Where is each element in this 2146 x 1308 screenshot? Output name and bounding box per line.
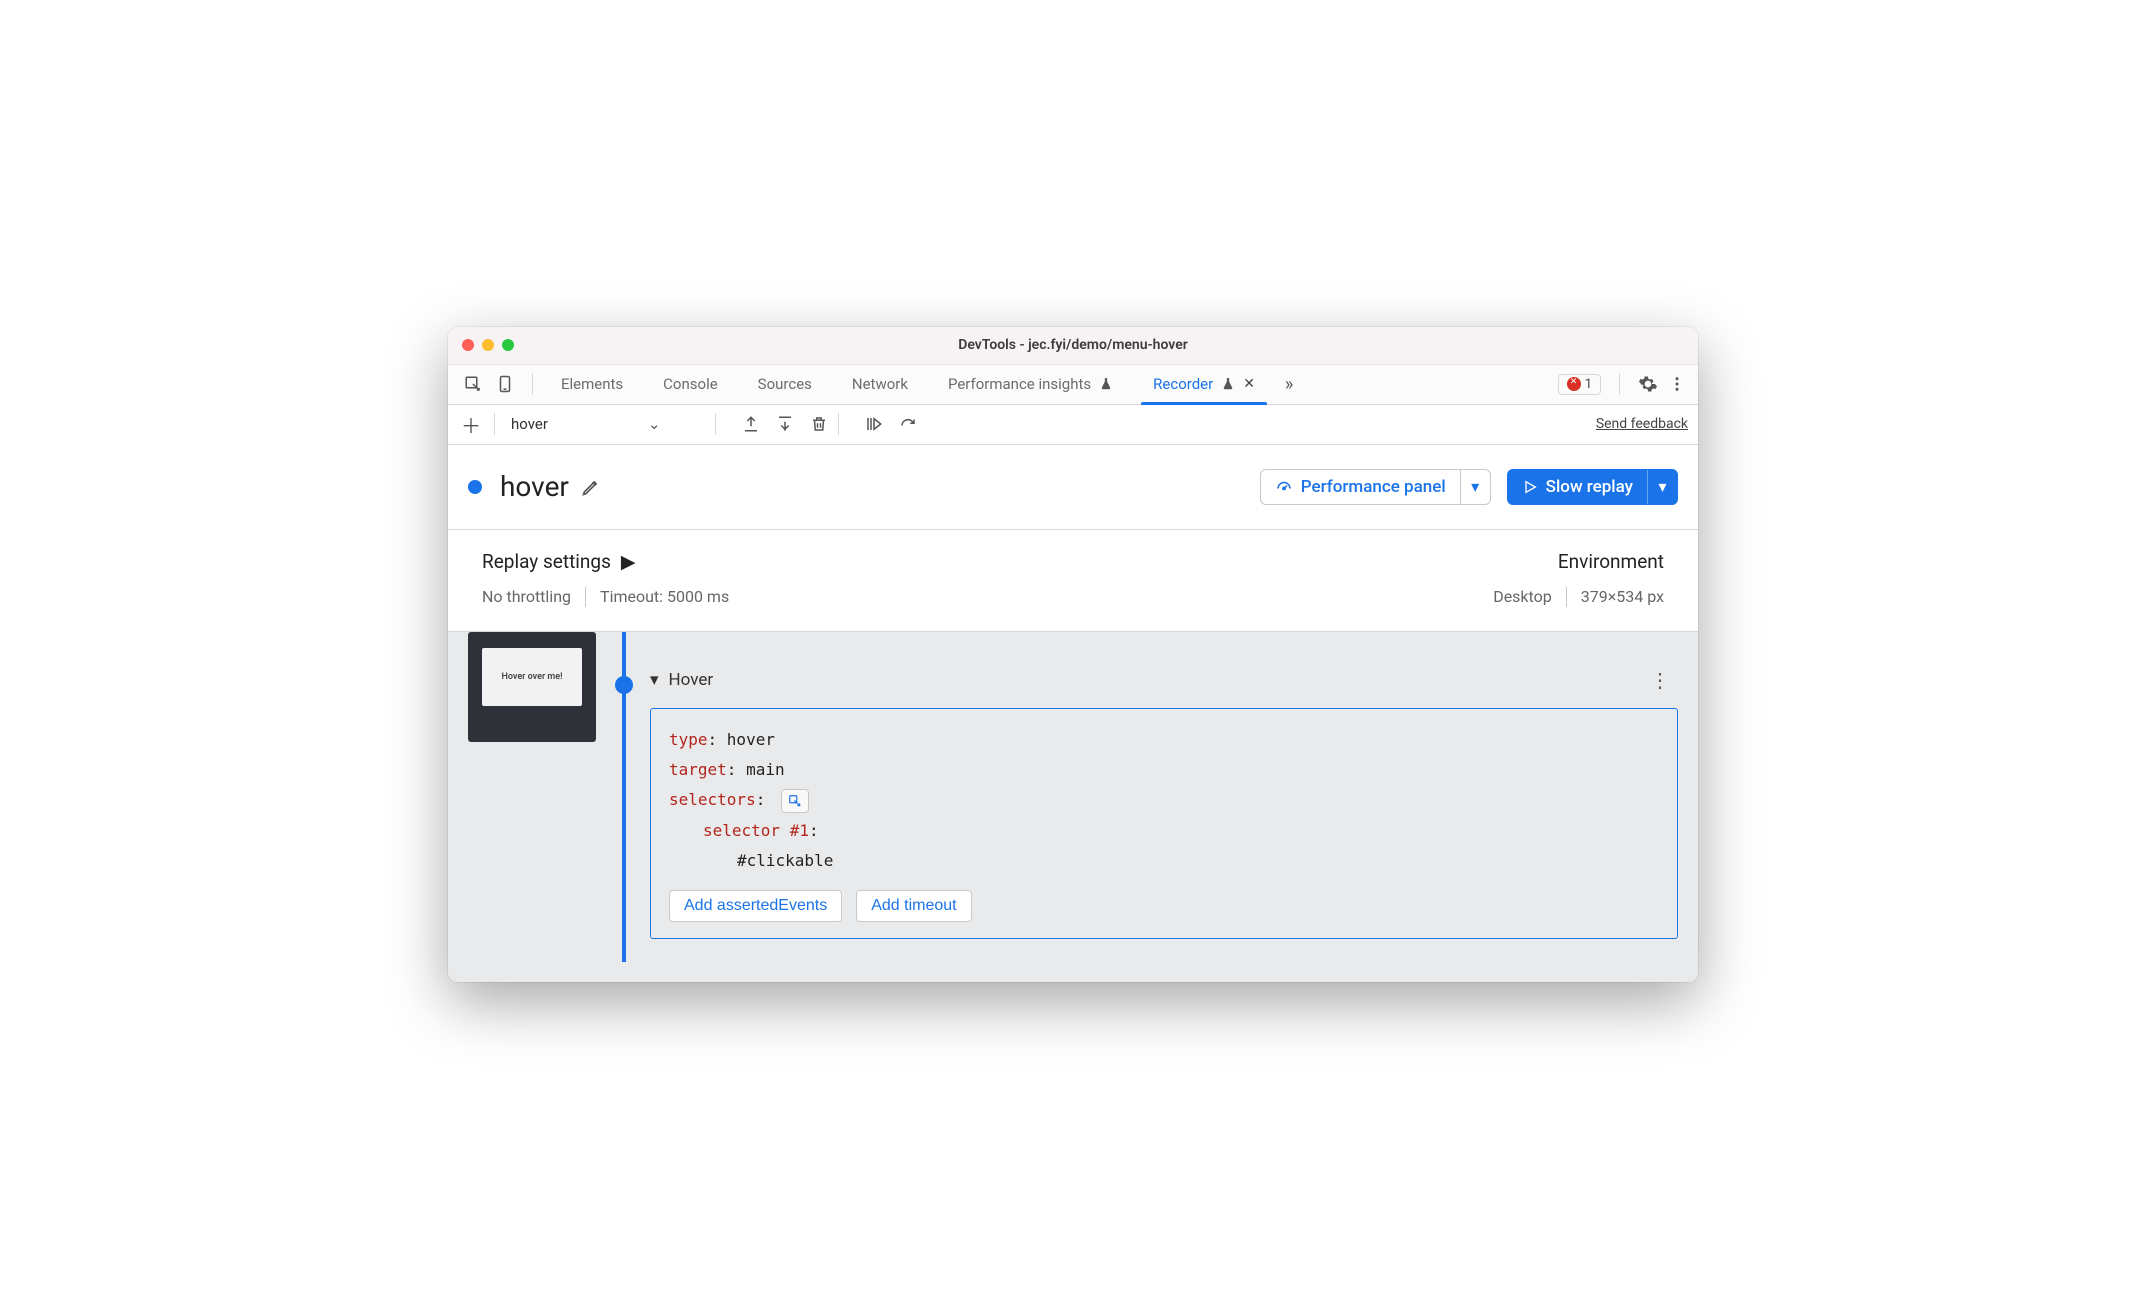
divider xyxy=(494,413,495,435)
window-title: DevTools - jec.fyi/demo/menu-hover xyxy=(448,337,1698,353)
divider xyxy=(532,373,533,395)
divider xyxy=(715,413,716,435)
chevron-right-icon: ▶ xyxy=(621,550,636,573)
element-picker-button[interactable] xyxy=(781,789,809,813)
titlebar: DevTools - jec.fyi/demo/menu-hover xyxy=(448,327,1698,365)
trash-icon[interactable] xyxy=(810,415,828,433)
tab-label: Console xyxy=(663,375,718,393)
traffic-lights xyxy=(462,339,514,351)
settings-heading: Replay settings xyxy=(482,550,611,573)
tab-label: Network xyxy=(852,375,908,393)
send-feedback-link[interactable]: Send feedback xyxy=(1596,416,1688,432)
thumbnail-column: Hover over me! xyxy=(468,632,598,962)
close-icon[interactable]: ✕ xyxy=(1243,376,1255,392)
new-recording-button[interactable]: ＋ xyxy=(458,411,484,437)
key-selector-1: selector #1 xyxy=(703,821,809,840)
add-asserted-events-button[interactable]: Add assertedEvents xyxy=(669,890,842,922)
key-type: type xyxy=(669,730,708,749)
key-selectors: selectors xyxy=(669,790,756,809)
more-tabs-icon[interactable]: » xyxy=(1275,374,1303,395)
recording-status-icon xyxy=(468,480,482,494)
throttling-label: No throttling xyxy=(482,587,571,606)
key-target: target xyxy=(669,760,727,779)
errors-badge[interactable]: 1 xyxy=(1558,374,1601,395)
divider xyxy=(585,587,586,607)
divider xyxy=(838,413,839,435)
error-count: 1 xyxy=(1585,377,1592,392)
recording-header: hover Performance panel ▾ Slow r xyxy=(448,445,1698,530)
chevron-down-icon: ⌄ xyxy=(648,415,661,433)
step-thumbnail[interactable]: Hover over me! xyxy=(468,632,596,742)
gear-icon[interactable] xyxy=(1638,374,1658,394)
recording-name: hover xyxy=(511,415,548,433)
value-selector: #clickable xyxy=(737,851,833,870)
slow-replay-button[interactable]: Slow replay ▾ xyxy=(1507,469,1678,505)
import-icon[interactable] xyxy=(776,415,794,433)
chevron-down-icon[interactable]: ▾ xyxy=(1647,470,1677,504)
value-type: hover xyxy=(727,730,775,749)
error-icon xyxy=(1567,377,1581,391)
tab-sources[interactable]: Sources xyxy=(738,365,832,404)
close-button[interactable] xyxy=(462,339,474,351)
step-header[interactable]: ▾ Hover ⋮ xyxy=(650,668,1678,692)
environment-heading: Environment xyxy=(1558,550,1664,573)
maximize-button[interactable] xyxy=(502,339,514,351)
settings-row: Replay settings ▶ No throttling Timeout:… xyxy=(448,530,1698,632)
devtools-window: DevTools - jec.fyi/demo/menu-hover Eleme… xyxy=(448,327,1698,982)
minimize-button[interactable] xyxy=(482,339,494,351)
divider xyxy=(1619,373,1620,395)
redo-icon[interactable] xyxy=(899,415,917,433)
env-device: Desktop xyxy=(1493,587,1552,606)
recording-select[interactable]: hover ⌄ xyxy=(505,415,705,433)
add-timeout-button[interactable]: Add timeout xyxy=(856,890,971,922)
inspect-icon[interactable] xyxy=(464,375,482,393)
flask-icon xyxy=(1099,377,1113,391)
button-label: Slow replay xyxy=(1546,477,1633,497)
step-node-icon[interactable] xyxy=(615,676,633,694)
tab-performance-insights[interactable]: Performance insights xyxy=(928,365,1133,404)
gauge-icon xyxy=(1275,478,1293,496)
button-label: Performance panel xyxy=(1301,477,1446,497)
flask-icon xyxy=(1221,377,1235,391)
chevron-down-icon[interactable]: ▾ xyxy=(1460,470,1490,504)
device-icon[interactable] xyxy=(496,375,514,393)
export-icon[interactable] xyxy=(742,415,760,433)
kebab-icon[interactable] xyxy=(1668,375,1686,393)
value-target: main xyxy=(746,760,785,779)
tab-elements[interactable]: Elements xyxy=(541,365,643,404)
tab-label: Performance insights xyxy=(948,375,1091,393)
timeline: Hover over me! ▾ Hover ⋮ type: hover tar… xyxy=(448,632,1698,982)
replay-settings-toggle[interactable]: Replay settings ▶ xyxy=(482,550,729,573)
tab-recorder[interactable]: Recorder ✕ xyxy=(1133,365,1275,404)
tab-label: Sources xyxy=(758,375,812,393)
tab-label: Elements xyxy=(561,375,623,393)
chevron-down-icon: ▾ xyxy=(650,670,659,690)
step-details-card: type: hover target: main selectors: sele… xyxy=(650,708,1678,940)
timeout-label: Timeout: 5000 ms xyxy=(600,587,729,606)
step-title: Hover xyxy=(669,670,714,690)
tabs-row: Elements Console Sources Network Perform… xyxy=(448,365,1698,405)
timeline-line xyxy=(614,632,634,962)
performance-panel-button[interactable]: Performance panel ▾ xyxy=(1260,469,1491,505)
play-icon xyxy=(1522,479,1538,495)
pencil-icon[interactable] xyxy=(581,477,601,497)
tab-label: Recorder xyxy=(1153,375,1213,393)
tab-console[interactable]: Console xyxy=(643,365,738,404)
recorder-toolbar: ＋ hover ⌄ Send feedback xyxy=(448,405,1698,445)
divider xyxy=(1566,587,1567,607)
kebab-icon[interactable]: ⋮ xyxy=(1650,668,1678,692)
thumbnail-text: Hover over me! xyxy=(482,648,582,706)
step-play-icon[interactable] xyxy=(865,415,883,433)
recording-title: hover xyxy=(500,470,569,503)
env-dimensions: 379×534 px xyxy=(1581,587,1664,606)
tab-network[interactable]: Network xyxy=(832,365,928,404)
